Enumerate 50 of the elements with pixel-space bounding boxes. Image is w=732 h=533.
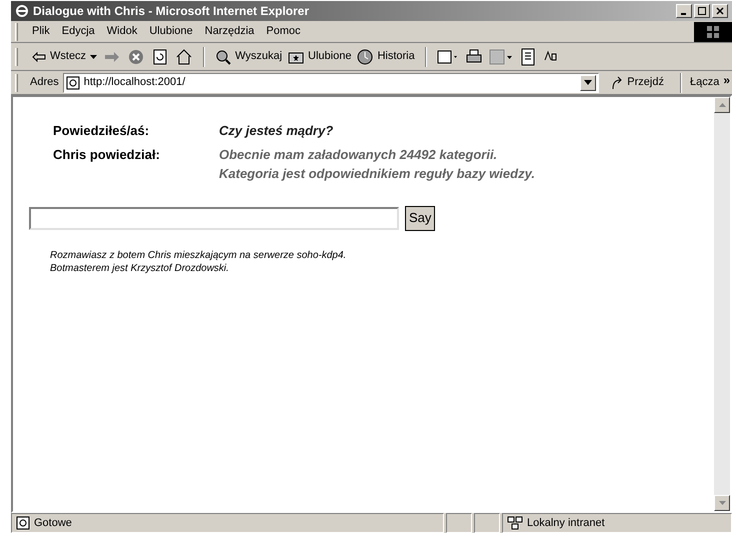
- menu-item[interactable]: Edycja: [56, 23, 101, 40]
- more-chevron[interactable]: »: [723, 71, 732, 89]
- menu-item[interactable]: Widok: [100, 23, 144, 40]
- close-button[interactable]: [712, 4, 728, 18]
- page-icon: [66, 76, 80, 90]
- history-button[interactable]: Historia: [357, 48, 415, 65]
- network-icon: [507, 516, 523, 530]
- speaker-label: Chris powiedział:: [53, 146, 161, 164]
- maximize-icon: [698, 7, 706, 15]
- dropdown-button[interactable]: [580, 74, 596, 90]
- close-icon: [716, 7, 724, 15]
- caret-icon: [90, 54, 98, 58]
- favorites-button[interactable]: Ulubione: [288, 48, 352, 65]
- maximize-button[interactable]: [694, 4, 710, 18]
- document-icon[interactable]: [518, 48, 537, 66]
- go-arrow-icon: [611, 76, 624, 90]
- magnifier-icon: [215, 48, 232, 64]
- search-button[interactable]: Wyszukaj: [215, 48, 282, 65]
- address-label: Adres: [30, 75, 59, 90]
- footer-text: Rozmawiasz z botem Chris mieszkającym na serwerze soho-kdp4.: [50, 248, 348, 262]
- page-icon: [16, 516, 30, 530]
- dropdown-arrow-icon: [584, 80, 592, 85]
- menu-item[interactable]: Narzędzia: [198, 23, 260, 40]
- window-title: Dialogue with Chris - Microsoft Internet Explorer: [33, 3, 310, 20]
- message-input[interactable]: [29, 206, 399, 230]
- windows-logo-icon: [707, 26, 719, 38]
- message-text: Obecnie mam załadowanych 24492 kategorii. Kategoria jest odpowiednikiem reguły bazy wiedzy.: [219, 146, 536, 183]
- speaker-label: Powiedziłeś/aś:: [53, 122, 150, 140]
- footer-text: Botmasterem jest Krzysztof Drozdowski.: [50, 262, 230, 274]
- address-field[interactable]: http://localhost:2001/: [62, 72, 600, 92]
- status-text: Gotowe: [34, 516, 72, 531]
- stop-icon[interactable]: [127, 48, 146, 66]
- printer-icon[interactable]: [464, 48, 483, 66]
- minimize-button[interactable]: [676, 4, 692, 18]
- browser-icon: [15, 4, 29, 18]
- star-folder-icon: [288, 50, 304, 64]
- menu-item[interactable]: Plik: [26, 23, 56, 40]
- menu-item[interactable]: Ulubione: [143, 23, 199, 40]
- links-button[interactable]: Łącza: [690, 74, 720, 91]
- mail-icon[interactable]: [436, 48, 459, 66]
- say-button[interactable]: Say: [405, 206, 436, 230]
- go-button[interactable]: Przejdź: [603, 74, 672, 91]
- message-text: Czy jesteś mądry?: [219, 122, 334, 140]
- back-arrow-icon: [32, 52, 46, 62]
- refresh-icon[interactable]: [151, 48, 170, 66]
- back-button[interactable]: Wstecz: [32, 48, 98, 65]
- menu-item[interactable]: Pomoc: [260, 23, 307, 40]
- home-icon[interactable]: [175, 48, 194, 66]
- zone-text: Lokalny intranet: [527, 516, 605, 531]
- clock-icon: [357, 48, 374, 64]
